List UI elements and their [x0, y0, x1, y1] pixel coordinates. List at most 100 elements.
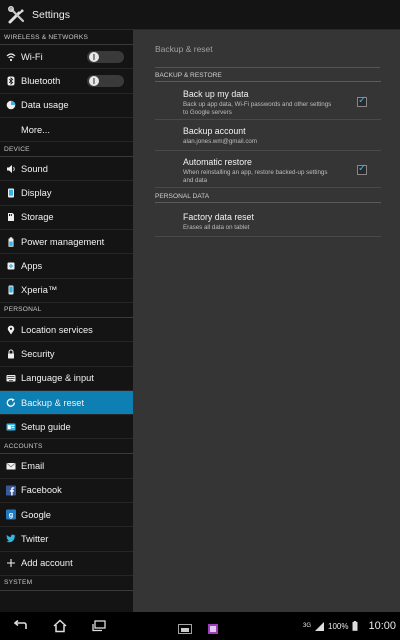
content-pane: Backup & reset BACKUP & RESTORE Back up … [133, 30, 400, 612]
sidebar-item-add-account[interactable]: Add account [0, 552, 133, 576]
sidebar-item-twitter[interactable]: Twitter [0, 527, 133, 552]
sidebar-item-sound[interactable]: Sound [0, 157, 133, 182]
sidebar-item-setup-guide[interactable]: Setup guide [0, 415, 133, 440]
pref-title: Factory data reset [183, 212, 254, 222]
twitter-icon [6, 534, 16, 544]
clock: 10:00 [368, 620, 396, 632]
sidebar-item-label: Setup guide [21, 421, 71, 432]
sidebar-item-label: Google [21, 509, 51, 520]
sidebar-item-more[interactable]: More... [0, 118, 133, 143]
pref-summary: alan.jones.wm@gmail.com [183, 138, 258, 145]
google-icon: g [6, 509, 16, 520]
pref-title: Backup account [183, 126, 246, 136]
home-button[interactable] [51, 618, 69, 634]
section-header-personal: PERSONAL [0, 303, 133, 318]
data-usage-icon [6, 100, 16, 110]
category-backup-restore: BACKUP & RESTORE [155, 70, 381, 82]
battery-status-icon [352, 621, 358, 631]
signal-icon [315, 621, 324, 631]
sidebar-item-label: Data usage [21, 100, 69, 111]
pref-summary: When reinstalling an app, restore backed… [183, 169, 328, 184]
breadcrumb: Backup & reset [155, 44, 213, 54]
sidebar-item-storage[interactable]: Storage [0, 206, 133, 231]
sidebar-item-label: Security [21, 348, 55, 359]
wifi-toggle[interactable] [87, 50, 124, 63]
sound-icon [6, 164, 16, 174]
battery-icon [6, 237, 16, 247]
bluetooth-icon [6, 76, 16, 86]
pref-backup-account[interactable]: Backup account alan.jones.wm@gmail.com [155, 121, 381, 151]
sidebar-item-label: Facebook [21, 485, 62, 496]
status-area: 3G 100% 10:00 [303, 612, 396, 640]
section-header-wireless: WIRELESS & NETWORKS [0, 30, 133, 45]
sidebar-item-label: Twitter [21, 533, 49, 544]
sidebar-item-facebook[interactable]: Facebook [0, 479, 133, 504]
backup-icon [6, 397, 16, 408]
storage-icon [6, 212, 16, 222]
sidebar-item-email[interactable]: Email [0, 454, 133, 479]
sidebar-item-label: Display [21, 188, 52, 199]
sidebar-item-security[interactable]: Security [0, 342, 133, 367]
back-button[interactable] [12, 618, 30, 634]
notification-icon[interactable] [206, 621, 220, 634]
pref-back-up-my-data[interactable]: Back up my data Back up app data, Wi-Fi … [155, 84, 381, 120]
svg-text:g: g [9, 510, 13, 519]
xperia-icon [6, 285, 16, 295]
email-icon [6, 461, 16, 471]
location-icon [6, 325, 16, 335]
small-apps-icon[interactable] [178, 621, 192, 634]
settings-sidebar: WIRELESS & NETWORKS Wi-Fi Bluetooth Data… [0, 30, 133, 612]
sidebar-item-label: Sound [21, 163, 48, 174]
sidebar-item-label: Bluetooth [21, 75, 61, 86]
sidebar-item-display[interactable]: Display [0, 181, 133, 206]
category-personal-data: PERSONAL DATA [155, 191, 381, 203]
lock-icon [6, 349, 16, 359]
breadcrumb-divider [155, 67, 380, 68]
network-type: 3G [302, 623, 311, 629]
sidebar-item-label: Email [21, 461, 45, 472]
sidebar-item-label: Apps [21, 261, 43, 272]
recent-apps-button[interactable] [90, 618, 108, 634]
setup-guide-icon [6, 422, 16, 432]
sidebar-item-data-usage[interactable]: Data usage [0, 94, 133, 118]
battery-level: 100% [328, 621, 349, 631]
sidebar-item-wifi[interactable]: Wi-Fi [0, 45, 133, 70]
sidebar-item-label: Language & input [21, 373, 94, 384]
pref-title: Automatic restore [183, 157, 252, 167]
bluetooth-toggle[interactable] [87, 74, 124, 87]
pref-title: Back up my data [183, 89, 249, 99]
sidebar-item-label: Xperia™ [21, 285, 58, 296]
pref-summary: Erases all data on tablet [183, 224, 250, 231]
sidebar-item-google[interactable]: g Google [0, 503, 133, 528]
settings-tools-icon[interactable] [6, 4, 28, 26]
home-icon [53, 619, 67, 633]
sidebar-item-apps[interactable]: Apps [0, 254, 133, 279]
apps-icon [6, 261, 16, 271]
sidebar-item-power-management[interactable]: Power management [0, 230, 133, 255]
pref-summary: Back up app data, Wi-Fi passwords and ot… [183, 101, 332, 116]
sidebar-item-label: Power management [21, 236, 105, 247]
sidebar-item-language-input[interactable]: Language & input [0, 367, 133, 391]
display-icon [6, 188, 16, 198]
section-header-device: DEVICE [0, 142, 133, 158]
facebook-icon [6, 485, 16, 496]
section-header-accounts: ACCOUNTS [0, 439, 133, 455]
sidebar-item-label: Backup & reset [21, 397, 85, 408]
pref-factory-data-reset[interactable]: Factory data reset Erases all data on ta… [155, 205, 381, 237]
sidebar-item-bluetooth[interactable]: Bluetooth [0, 69, 133, 94]
automatic-restore-checkbox[interactable] [357, 163, 367, 175]
sidebar-item-xperia[interactable]: Xperia™ [0, 279, 133, 303]
toggle-knob [89, 75, 99, 86]
toggle-knob [89, 51, 99, 62]
add-icon [6, 558, 16, 568]
sidebar-item-location-services[interactable]: Location services [0, 318, 133, 343]
app-title: Settings [32, 8, 70, 21]
back-up-my-data-checkbox[interactable] [357, 95, 367, 107]
navigation-bar: 3G 100% 10:00 [0, 612, 400, 640]
action-bar: Settings [0, 0, 400, 30]
pref-automatic-restore[interactable]: Automatic restore When reinstalling an a… [155, 152, 381, 188]
sidebar-item-label: Add account [21, 558, 73, 569]
sidebar-item-label: Wi-Fi [21, 51, 43, 62]
sidebar-item-backup-reset[interactable]: Backup & reset [0, 390, 133, 416]
recent-apps-icon [92, 620, 106, 632]
